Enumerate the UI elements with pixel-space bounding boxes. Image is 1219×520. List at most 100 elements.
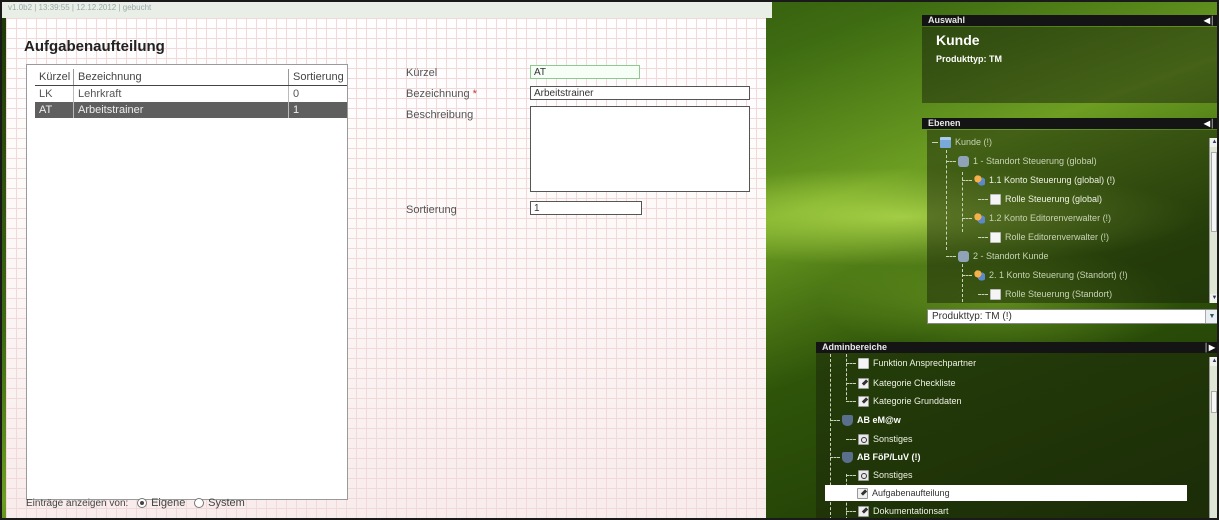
cell-bezeichnung: Arbeitstrainer	[73, 102, 289, 118]
edit-icon	[858, 396, 869, 408]
tree-item-label: 1.1 Konto Steuerung (global) (!)	[989, 175, 1116, 185]
table-header-row: Kürzel Bezeichnung Sortierung	[35, 69, 347, 86]
auswahl-title: Auswahl	[928, 15, 966, 25]
tree-item[interactable]: Kunde (!)	[932, 136, 993, 149]
column-header-kuerzel[interactable]: Kürzel	[35, 69, 74, 86]
tree-connector	[846, 401, 856, 403]
tree-item[interactable]: 1.1 Konto Steuerung (global) (!)	[962, 174, 1116, 187]
tree-item[interactable]: Rolle Steuerung (Standort)	[978, 288, 1113, 301]
ebenen-panel-header: Ebenen ◀│	[922, 118, 1217, 129]
cell-sortierung: 0	[288, 85, 347, 102]
document-icon	[990, 232, 1001, 244]
tree-item-label: Kategorie Checkliste	[873, 378, 956, 388]
magnifier-icon	[858, 434, 869, 446]
users-icon	[974, 175, 985, 187]
sortierung-input[interactable]	[530, 201, 642, 215]
tree-connector	[846, 383, 856, 385]
tree-connector	[830, 420, 840, 422]
scroll-up-icon[interactable]: ▲	[1210, 357, 1217, 366]
beschreibung-label: Beschreibung	[406, 109, 474, 121]
tree-item-label: Aufgabenaufteilung	[872, 488, 950, 498]
tree-item-label: 2 - Standort Kunde	[973, 251, 1049, 261]
tree-item[interactable]: Sonstiges	[846, 469, 913, 482]
tree-item[interactable]: Kategorie Grunddaten	[846, 395, 962, 408]
tree-connector	[962, 180, 972, 182]
tree-item[interactable]: 1 - Standort Steuerung (global)	[946, 155, 1097, 168]
database-icon	[958, 251, 969, 263]
expand-icon[interactable]: │▶	[1204, 342, 1215, 353]
auswahl-panel-header: Auswahl ◀│	[922, 15, 1217, 26]
chevron-down-icon[interactable]: ▼	[1205, 310, 1217, 323]
tree-item-label: Sonstiges	[873, 470, 913, 480]
tree-item[interactable]: 2 - Standort Kunde	[946, 250, 1049, 263]
tree-item[interactable]: Rolle Editorenverwalter (!)	[978, 231, 1109, 244]
tree-connector	[946, 161, 956, 163]
tree-item[interactable]: AB eM@w	[830, 414, 901, 427]
folder-icon	[940, 137, 951, 149]
bezeichnung-label: Bezeichnung *	[406, 88, 477, 100]
collapse-icon[interactable]: ◀│	[1204, 118, 1215, 129]
tree-connector	[978, 199, 988, 201]
tree-item-label: 1.2 Konto Editorenverwalter (!)	[989, 213, 1112, 223]
entries-list: Kürzel Bezeichnung Sortierung LK Lehrkra…	[26, 64, 348, 500]
app-window: v1.0b2 | 13:39:55 | 12.12.2012 | gebucht…	[0, 0, 1219, 520]
tree-connector	[962, 218, 972, 220]
tree-item[interactable]: 1.2 Konto Editorenverwalter (!)	[962, 212, 1112, 225]
tree-item[interactable]: Kategorie Checkliste	[846, 377, 956, 390]
scroll-down-icon[interactable]: ▼	[1210, 294, 1217, 303]
document-icon	[990, 194, 1001, 206]
radio-system[interactable]	[194, 498, 205, 509]
tree-item[interactable]: Dokumentationsart	[846, 505, 949, 518]
ebenen-scrollbar[interactable]: ▲ ▼	[1209, 138, 1217, 303]
column-header-sortierung[interactable]: Sortierung	[288, 69, 347, 86]
tree-connector	[846, 363, 856, 365]
tree-item-label: Rolle Steuerung (Standort)	[1005, 289, 1113, 299]
tree-item[interactable]: Funktion Ansprechpartner	[846, 357, 977, 370]
tree-item-label: Kunde (!)	[955, 137, 993, 147]
cell-sortierung: 1	[288, 102, 347, 118]
tree-connector	[978, 294, 988, 296]
radio-eigene-label[interactable]: Eigene	[151, 497, 185, 509]
collapse-icon[interactable]: ◀│	[1204, 15, 1215, 26]
document-icon	[990, 289, 1001, 301]
scrollbar-thumb[interactable]	[1211, 391, 1217, 413]
edit-icon	[857, 488, 868, 500]
kuerzel-input[interactable]	[530, 65, 640, 79]
produkttyp-select[interactable]: Produkttyp: TM (!) ▼	[927, 309, 1217, 324]
tree-item-label: 2. 1 Konto Steuerung (Standort) (!)	[989, 270, 1128, 280]
group-icon	[842, 452, 853, 464]
tree-item[interactable]: Rolle Steuerung (global)	[978, 193, 1102, 206]
tree-connector	[962, 275, 972, 277]
tree-connector	[978, 237, 988, 239]
tree-item-label: Kategorie Grunddaten	[873, 396, 962, 406]
tree-item-label: AB FöP/LuV (!)	[857, 452, 921, 462]
kuerzel-label: Kürzel	[406, 67, 438, 79]
scrollbar-thumb[interactable]	[1211, 152, 1217, 232]
tree-connector	[830, 457, 840, 459]
radio-eigene[interactable]	[137, 498, 148, 509]
adminbereiche-title: Adminbereiche	[822, 342, 888, 352]
table-row[interactable]: AT Arbeitstrainer 1	[35, 102, 347, 118]
tree-item-label: Funktion Ansprechpartner	[873, 358, 977, 368]
tree-connector	[825, 493, 855, 494]
tree-item-label: AB eM@w	[857, 415, 901, 425]
tree-item-selected[interactable]: Aufgabenaufteilung	[825, 485, 1187, 501]
users-icon	[974, 270, 985, 282]
entries-table: Kürzel Bezeichnung Sortierung LK Lehrkra…	[35, 69, 347, 118]
tree-item[interactable]: AB FöP/LuV (!)	[830, 451, 921, 464]
tree-item-label: Sonstiges	[873, 434, 913, 444]
scroll-up-icon[interactable]: ▲	[1210, 138, 1217, 147]
adminbereiche-scrollbar[interactable]: ▲	[1209, 357, 1217, 518]
bezeichnung-input[interactable]	[530, 86, 750, 100]
column-header-bezeichnung[interactable]: Bezeichnung	[73, 69, 289, 86]
table-row[interactable]: LK Lehrkraft 0	[35, 85, 347, 102]
beschreibung-textarea[interactable]	[530, 106, 750, 192]
cell-kuerzel: AT	[35, 102, 74, 118]
selected-produkttyp: Produkttyp: TM	[936, 54, 1002, 64]
tree-item[interactable]: Sonstiges	[846, 433, 913, 446]
bezeichnung-label-text: Bezeichnung	[406, 88, 470, 100]
tree-item[interactable]: 2. 1 Konto Steuerung (Standort) (!)	[962, 269, 1128, 282]
adminbereiche-panel-header: Adminbereiche │▶	[816, 342, 1217, 353]
tree-connector	[846, 511, 856, 513]
radio-system-label[interactable]: System	[208, 497, 245, 509]
